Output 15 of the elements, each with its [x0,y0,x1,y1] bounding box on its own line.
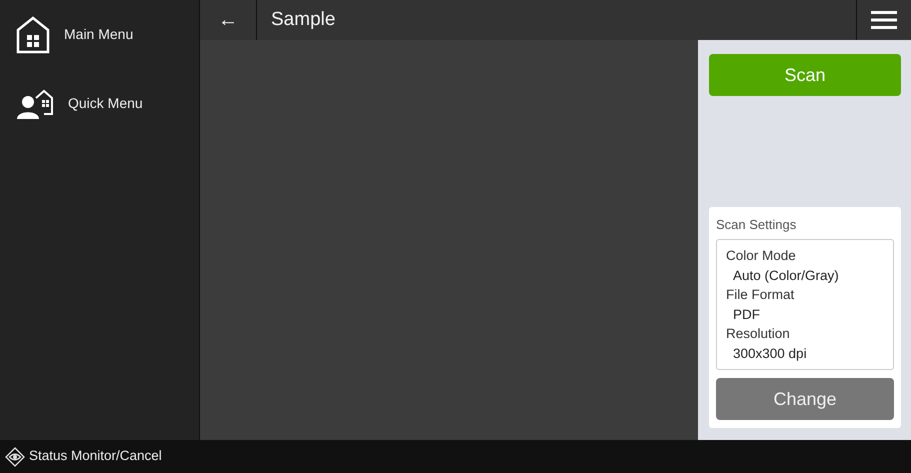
setting-value: PDF [732,306,761,324]
setting-label: File Format [726,286,796,304]
change-button[interactable]: Change [716,378,894,420]
sidebar-item[interactable]: Main Menu [0,0,199,69]
menu-icon [871,10,897,30]
home-icon [16,16,50,54]
setting-label: Color Mode [726,247,797,265]
setting-label: Resolution [726,325,791,343]
setting-value: Auto (Color/Gray) [732,266,840,285]
person-house-icon [16,88,54,120]
settings-title: Scan Settings [716,216,798,234]
eye-icon [5,446,25,466]
screen-title: Sample [270,8,336,32]
sidebar-item[interactable]: Quick Menu [0,69,199,138]
setting-value: 300x300 dpi [732,344,808,363]
